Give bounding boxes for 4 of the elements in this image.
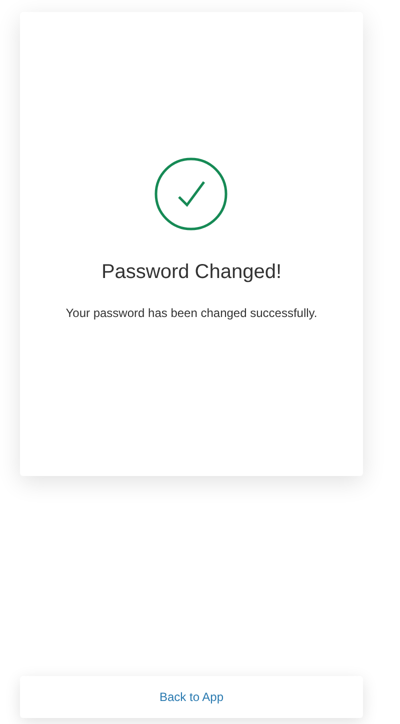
title: Password Changed! [101,261,282,284]
message: Your password has been changed successfully. [66,306,318,320]
back-to-app-link[interactable]: Back to App [159,690,224,704]
checkmark-circle-icon [154,157,228,231]
